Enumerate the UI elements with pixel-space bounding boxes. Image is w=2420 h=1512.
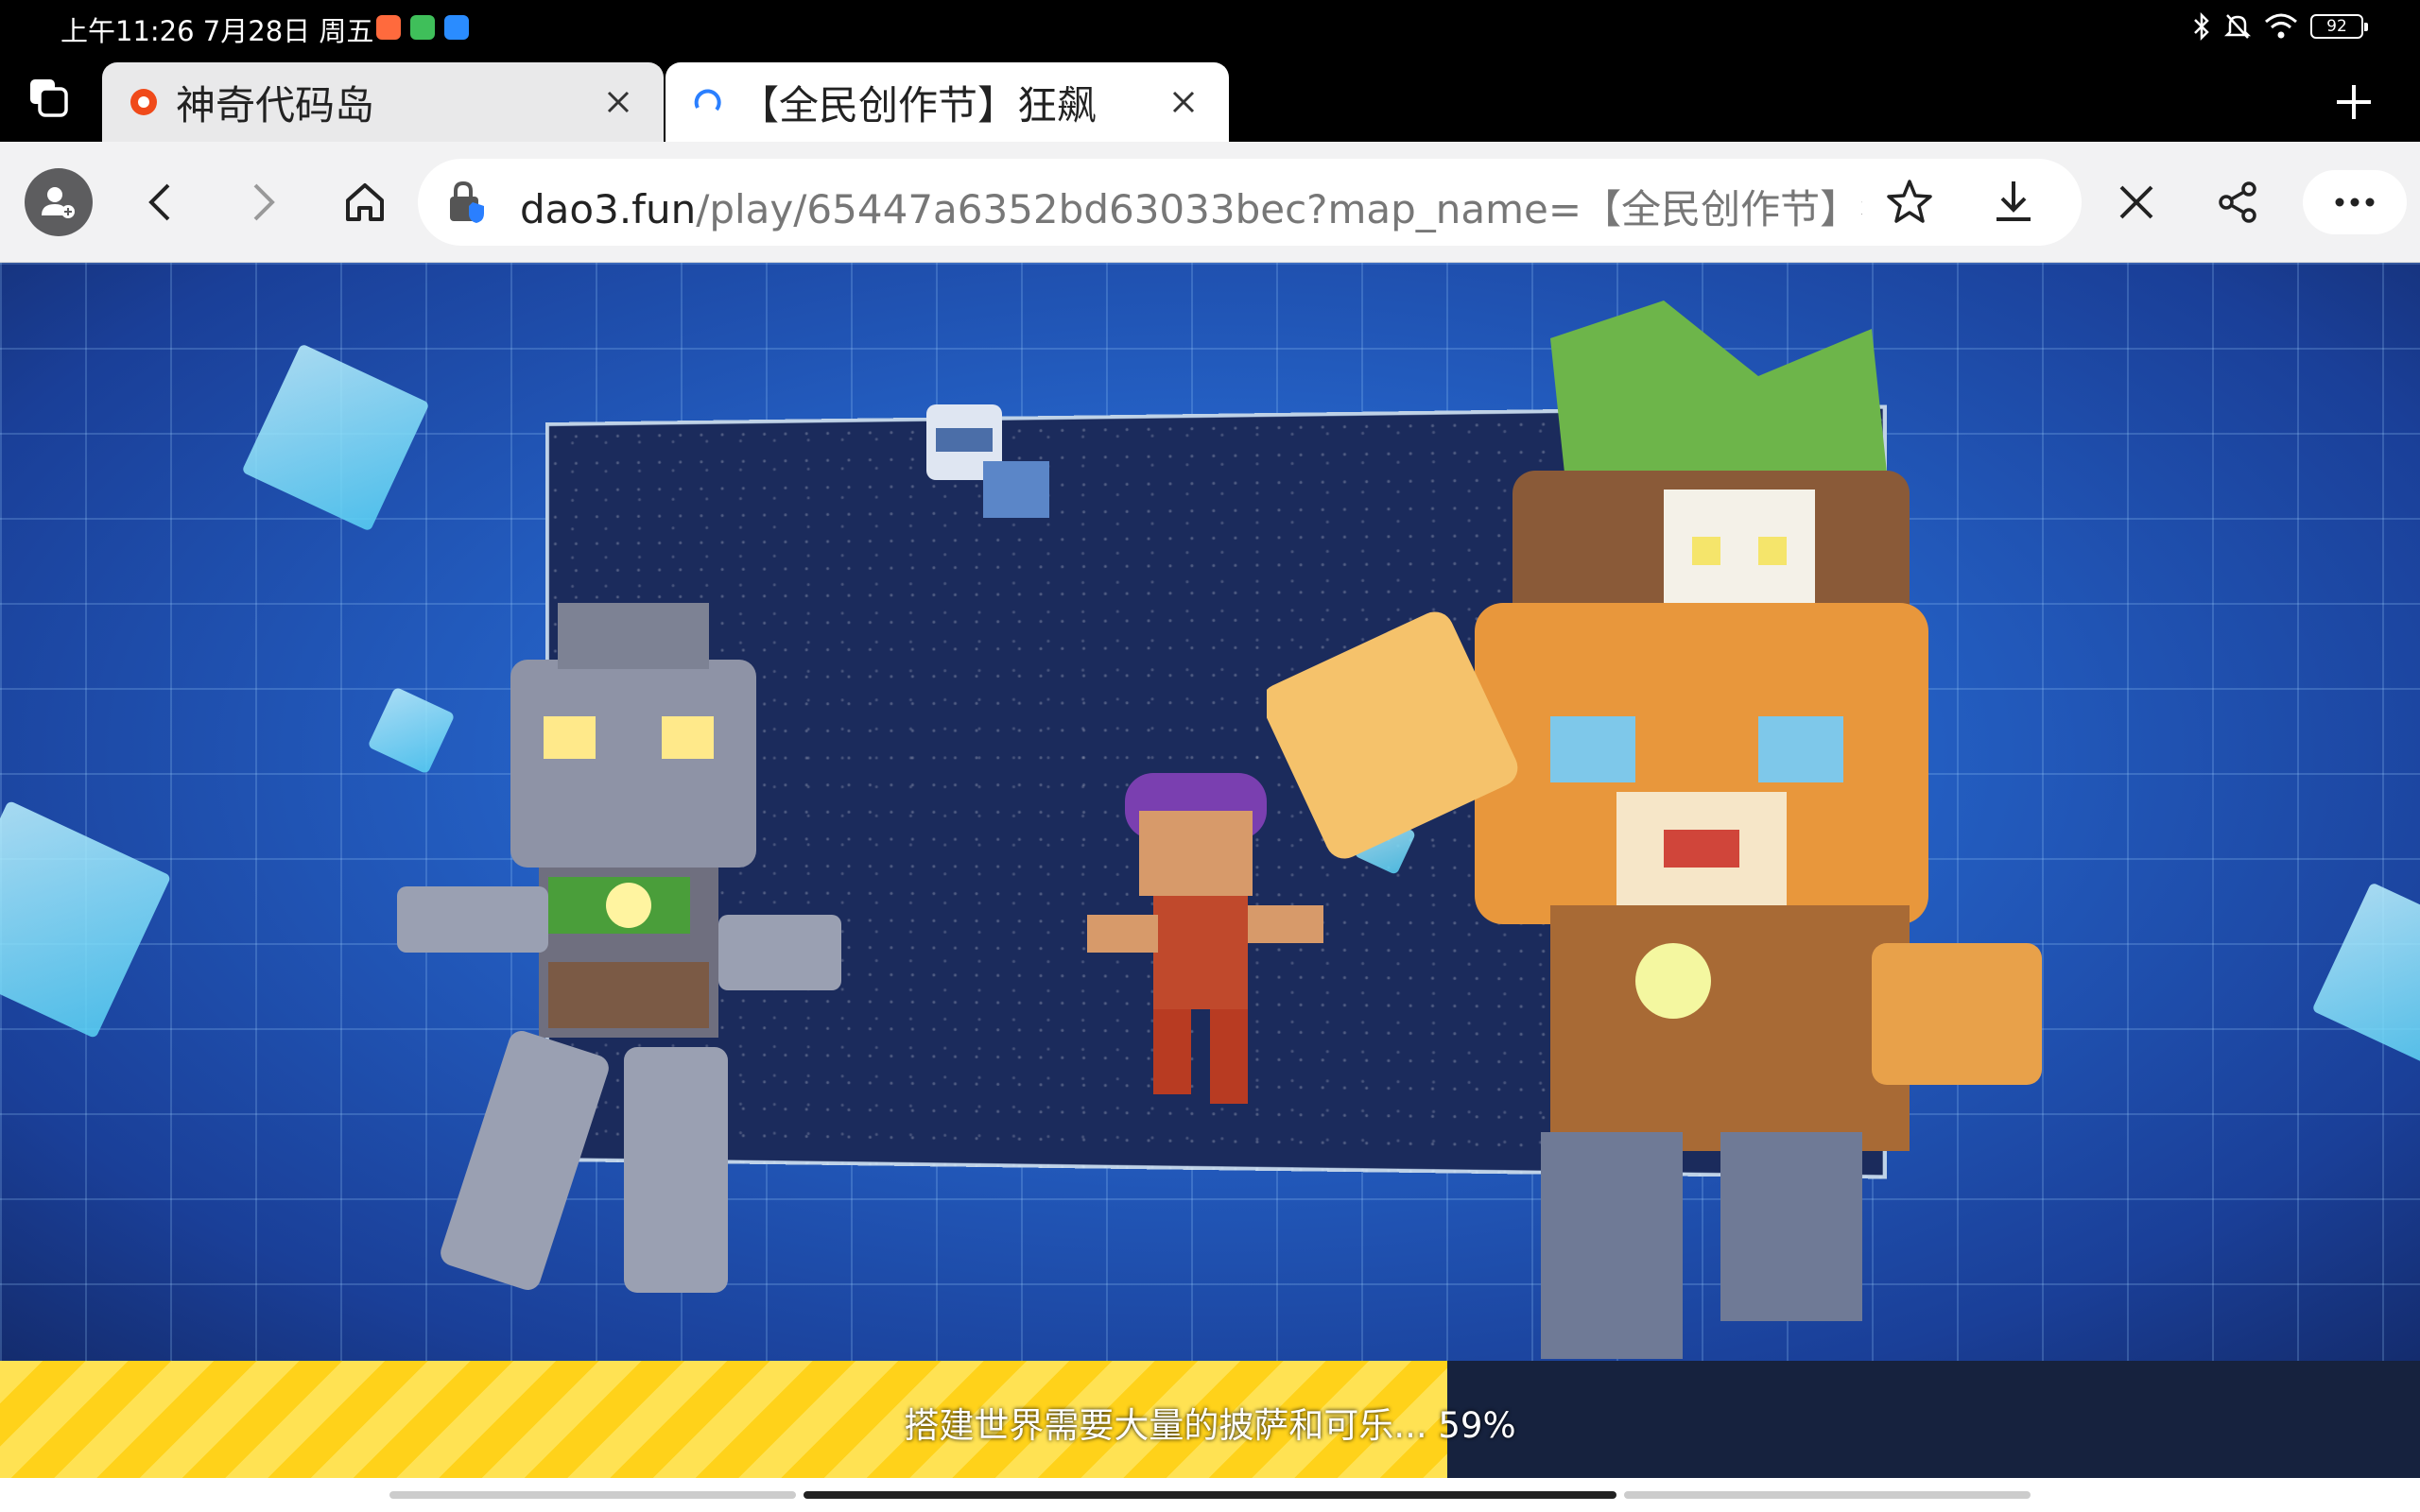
loading-message: 搭建世界需要大量的披萨和可乐... 59%	[0, 1397, 2420, 1448]
more-dots-icon	[2334, 197, 2376, 208]
page-indicator[interactable]	[1624, 1491, 2031, 1499]
wifi-icon	[2263, 12, 2299, 41]
page-indicator[interactable]	[389, 1491, 796, 1499]
account-avatar[interactable]	[25, 168, 93, 236]
close-tab-icon[interactable]	[1165, 83, 1202, 121]
url-text: dao3.fun/play/65447a6352bd63033bec?map_n…	[520, 178, 1862, 235]
tab-title: 神奇代码岛	[176, 74, 573, 131]
forward-button[interactable]	[234, 174, 291, 231]
tab-title: 【全民创作节】狂飙	[739, 74, 1136, 131]
home-button[interactable]	[337, 174, 393, 231]
bottom-page-strip	[0, 1478, 2420, 1512]
gear-favicon-icon	[125, 83, 163, 121]
monkey-king-character	[1267, 301, 2099, 1361]
game-canvas[interactable]	[0, 263, 2420, 1361]
tab-strip: 神奇代码岛 【全民创作节】狂飙	[0, 57, 2420, 142]
browser-toolbar: dao3.fun/play/65447a6352bd63033bec?map_n…	[0, 142, 2420, 263]
close-tab-icon[interactable]	[599, 83, 637, 121]
download-icon[interactable]	[1989, 178, 2038, 227]
home-icon	[342, 180, 388, 225]
stop-loading-button[interactable]	[2108, 174, 2165, 231]
chevron-right-icon	[246, 181, 280, 223]
battery-level: 92	[2326, 17, 2347, 36]
new-tab-plus-icon[interactable]	[2333, 81, 2375, 123]
close-icon	[2118, 183, 2155, 221]
tab-switcher-icon[interactable]	[26, 76, 74, 123]
battery-indicator: 92	[2310, 14, 2363, 39]
bookmark-star-icon[interactable]	[1885, 178, 1934, 227]
address-bar[interactable]: dao3.fun/play/65447a6352bd63033bec?map_n…	[418, 159, 2082, 246]
mute-bell-icon	[2223, 11, 2252, 42]
astronaut-character	[908, 386, 1068, 537]
app-notification-icon	[376, 15, 401, 40]
page-indicator-active[interactable]	[804, 1491, 1616, 1499]
url-domain: dao3.fun	[520, 186, 696, 232]
bluetooth-icon	[2191, 11, 2212, 42]
share-button[interactable]	[2210, 174, 2267, 231]
tab-shenqi-daimadao[interactable]: 神奇代码岛	[102, 62, 664, 142]
user-add-icon	[38, 181, 79, 223]
loading-spinner-icon	[688, 83, 726, 121]
back-button[interactable]	[132, 174, 189, 231]
site-security-icon	[444, 180, 490, 225]
status-indicators: 92	[2191, 11, 2363, 42]
status-bar: 上午11:26 7月28日 周五 92	[0, 0, 2420, 57]
download-notification-icon	[410, 15, 435, 40]
stone-golem-character	[378, 603, 908, 1340]
url-path: /play/65447a6352bd63033bec?map_name=【全民创…	[696, 186, 1862, 232]
status-app-icons	[376, 15, 469, 40]
more-menu-button[interactable]	[2303, 170, 2407, 234]
cloud-notification-icon	[444, 15, 469, 40]
tab-game[interactable]: 【全民创作节】狂飙	[666, 62, 1229, 142]
share-icon	[2217, 180, 2260, 224]
chevron-left-icon	[144, 181, 178, 223]
loading-progress-bar: 搭建世界需要大量的披萨和可乐... 59%	[0, 1361, 2420, 1478]
status-time: 上午11:26 7月28日 周五	[60, 9, 373, 49]
